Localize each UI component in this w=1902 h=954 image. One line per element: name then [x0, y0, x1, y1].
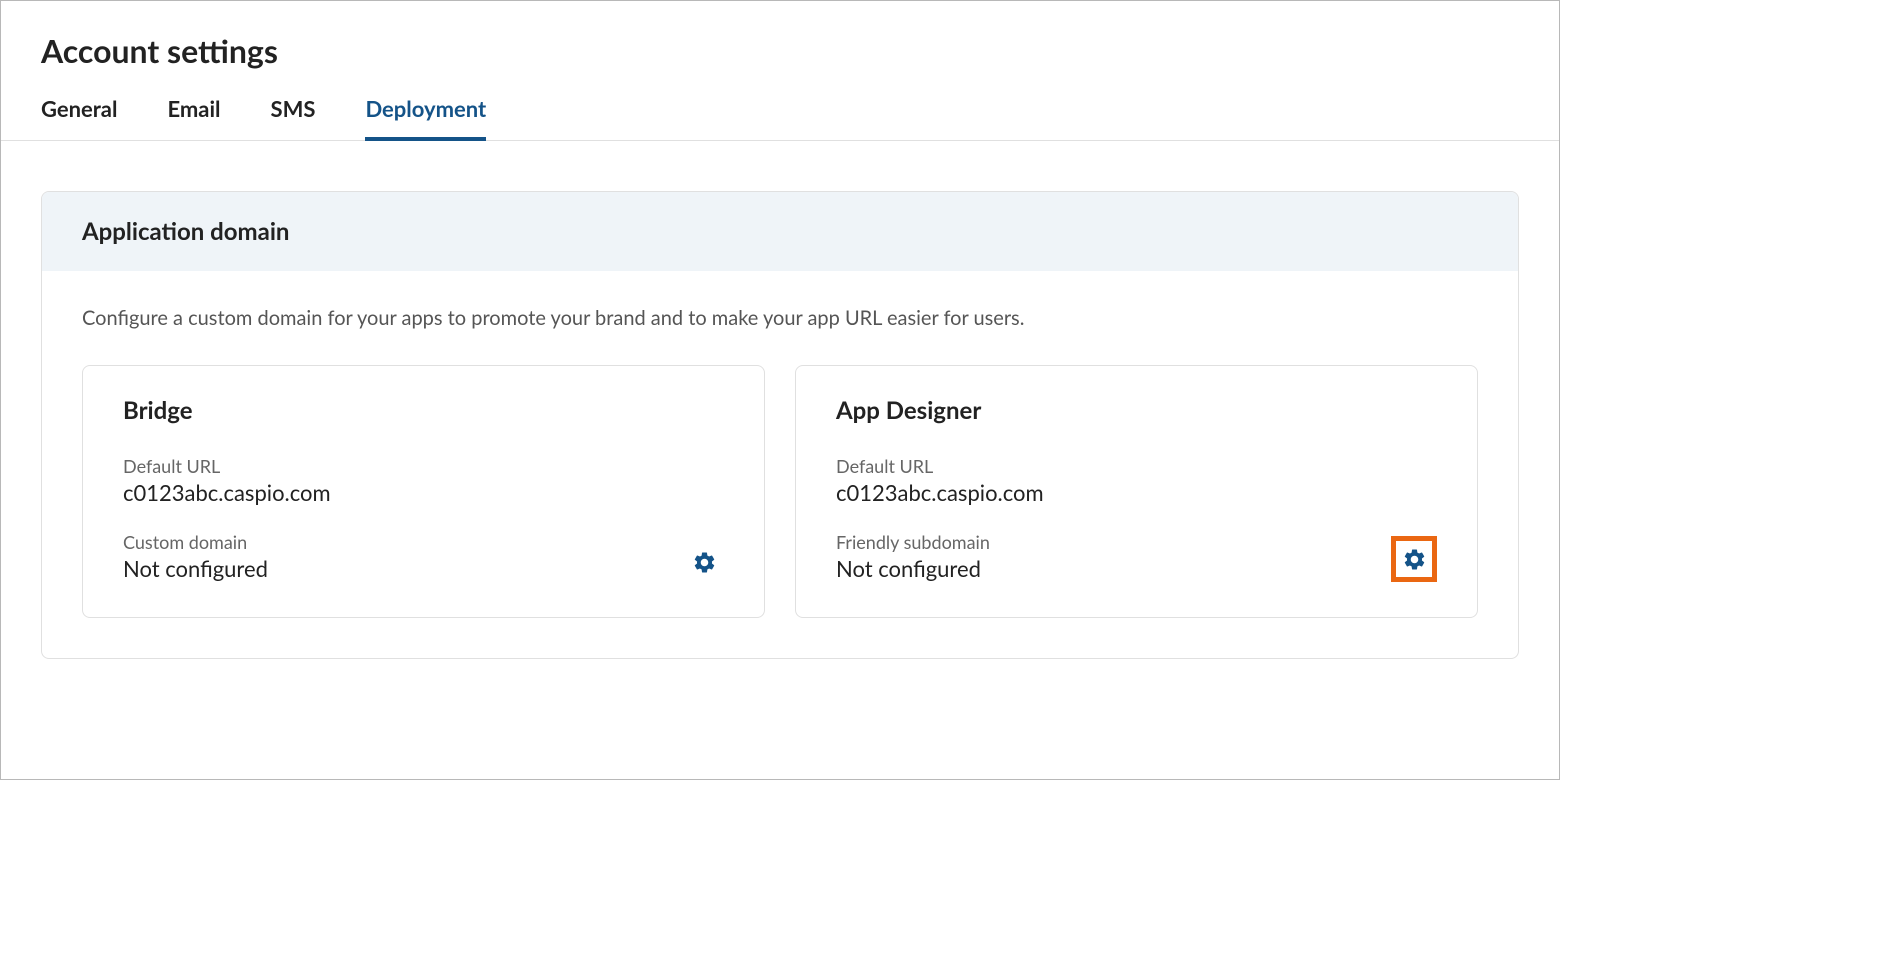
cards-row: Bridge Default URL c0123abc.caspio.com C… — [82, 365, 1478, 618]
bridge-custom-domain-value: Not configured — [123, 555, 684, 582]
app-designer-domain-row: Friendly subdomain Not configured — [836, 531, 1437, 582]
tabs-bar: General Email SMS Deployment — [1, 80, 1559, 141]
page-title: Account settings — [1, 1, 1559, 80]
bridge-domain-row: Custom domain Not configured — [123, 531, 724, 582]
bridge-default-url-label: Default URL — [123, 455, 724, 477]
content-area: Application domain Configure a custom do… — [1, 141, 1559, 689]
bridge-custom-domain-group: Custom domain Not configured — [123, 531, 684, 582]
app-designer-subdomain-value: Not configured — [836, 555, 1391, 582]
tab-deployment[interactable]: Deployment — [365, 95, 486, 141]
tab-general[interactable]: General — [41, 95, 117, 141]
app-designer-default-url-label: Default URL — [836, 455, 1437, 477]
application-domain-section: Application domain Configure a custom do… — [41, 191, 1519, 659]
bridge-custom-domain-label: Custom domain — [123, 531, 684, 553]
bridge-default-url-value: c0123abc.caspio.com — [123, 479, 724, 506]
bridge-card-title: Bridge — [123, 396, 724, 425]
section-title: Application domain — [42, 192, 1518, 271]
page-container: Account settings General Email SMS Deplo… — [1, 1, 1559, 689]
app-designer-subdomain-label: Friendly subdomain — [836, 531, 1391, 553]
bridge-card: Bridge Default URL c0123abc.caspio.com C… — [82, 365, 765, 618]
app-designer-default-url-value: c0123abc.caspio.com — [836, 479, 1437, 506]
gear-icon — [692, 550, 717, 575]
bridge-configure-button[interactable] — [684, 542, 724, 582]
gear-icon — [1402, 547, 1427, 572]
app-designer-card: App Designer Default URL c0123abc.caspio… — [795, 365, 1478, 618]
section-body: Configure a custom domain for your apps … — [42, 271, 1518, 658]
section-description: Configure a custom domain for your apps … — [82, 306, 1478, 330]
app-designer-card-title: App Designer — [836, 396, 1437, 425]
app-designer-configure-button[interactable] — [1391, 536, 1437, 582]
app-designer-subdomain-group: Friendly subdomain Not configured — [836, 531, 1391, 582]
tab-email[interactable]: Email — [167, 95, 220, 141]
bridge-default-url-group: Default URL c0123abc.caspio.com — [123, 455, 724, 506]
tab-sms[interactable]: SMS — [271, 95, 316, 141]
app-designer-default-url-group: Default URL c0123abc.caspio.com — [836, 455, 1437, 506]
